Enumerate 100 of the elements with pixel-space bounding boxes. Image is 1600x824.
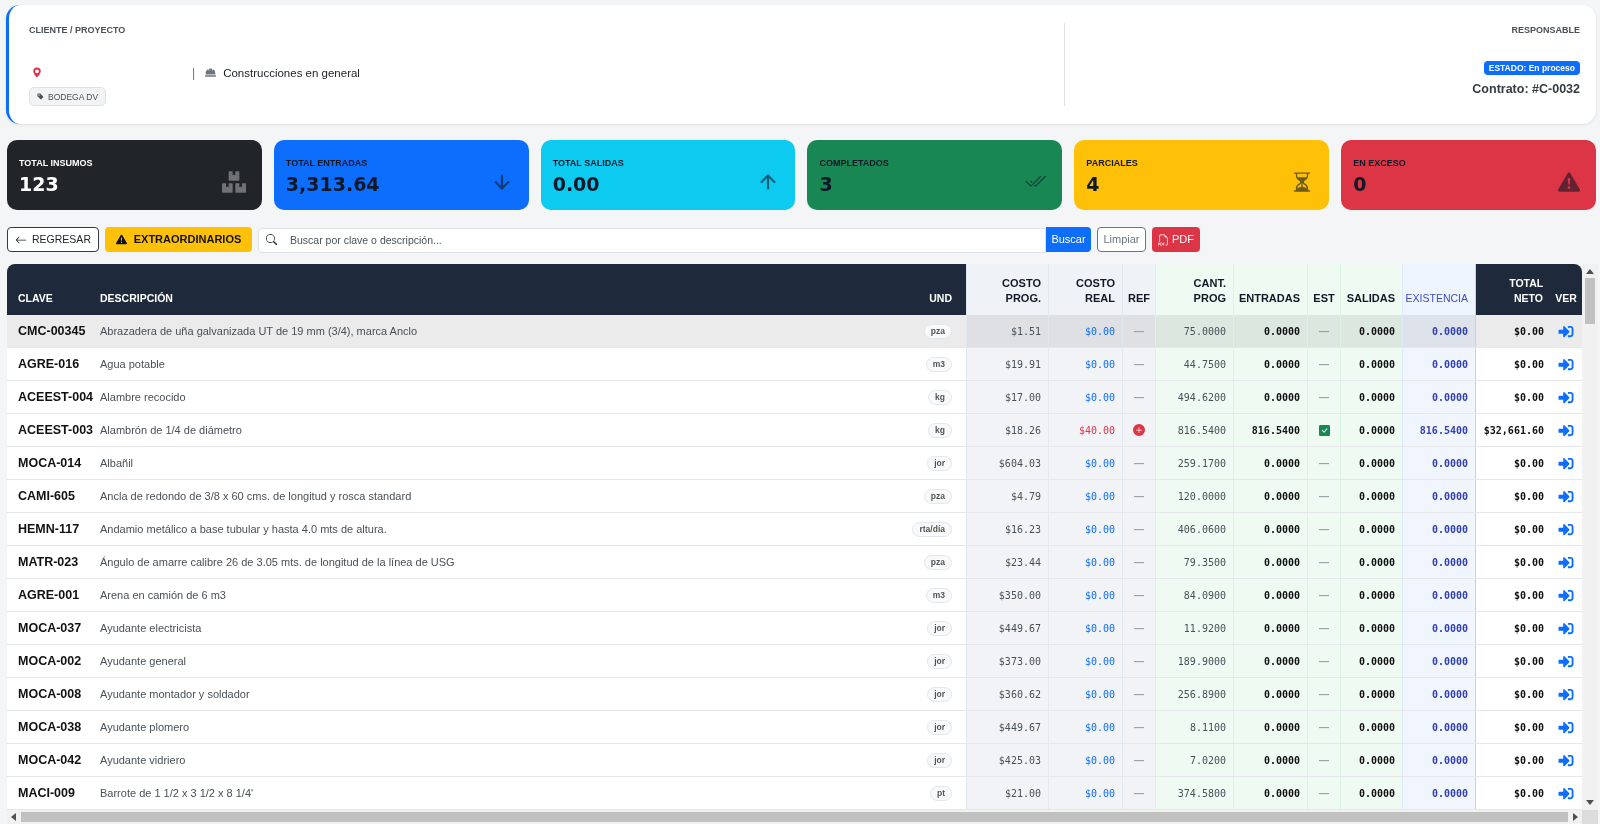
table-cell-text: $0.00 xyxy=(1512,720,1545,735)
scroll-up-arrow-icon[interactable] xyxy=(1586,269,1594,274)
table-cell-text: AGRE-016 xyxy=(17,355,81,373)
table-cell: — xyxy=(1307,744,1340,776)
table-cell: 8.1100 xyxy=(1155,711,1233,743)
search-field[interactable]: Buscar por clave o descripción... xyxy=(258,227,1046,253)
sign-in-icon[interactable] xyxy=(1558,521,1574,537)
section-label: CLIENTE / PROYECTO xyxy=(29,24,126,37)
scrollbar-corner xyxy=(1582,810,1598,824)
table-cell: 0.0000 xyxy=(1340,348,1402,380)
table-cell-text: Ancla de redondo de 3/8 x 60 cms. de longitud y rosca standard xyxy=(99,488,413,504)
scrollbar-thumb[interactable] xyxy=(21,812,1568,822)
sign-in-icon[interactable] xyxy=(1558,587,1574,603)
sign-in-icon[interactable] xyxy=(1558,356,1574,372)
table-cell-text: $0.00 xyxy=(1512,456,1545,471)
table-cell-text: Ángulo de amarre calibre 26 de 3.05 mts. de longitud de la línea de USG xyxy=(99,554,456,570)
sign-in-icon[interactable] xyxy=(1558,752,1574,768)
table-cell: 494.6200 xyxy=(1155,381,1233,413)
table-cell: 0.0000 xyxy=(1340,414,1402,446)
extraordinary-button[interactable]: EXTRAORDINARIOS xyxy=(105,227,252,252)
sign-in-icon[interactable] xyxy=(1558,785,1574,801)
stat-label: EN EXCESO xyxy=(1353,157,1406,169)
sign-in-icon[interactable] xyxy=(1558,719,1574,735)
table-cell-text: CMC-00345 xyxy=(17,322,87,340)
status-badge: ESTADO: En proceso xyxy=(1483,61,1580,75)
tag-label: BODEGA DV xyxy=(48,90,99,103)
table-cell: — xyxy=(1122,744,1155,776)
sign-in-icon[interactable] xyxy=(1558,620,1574,636)
table-cell: 0.0000 xyxy=(1233,447,1307,479)
table-cell: — xyxy=(1122,711,1155,743)
table-cell: 0.0000 xyxy=(1402,678,1476,710)
table-cell: 0.0000 xyxy=(1402,348,1476,380)
table-cell: 0.0000 xyxy=(1233,711,1307,743)
scroll-left-arrow-icon[interactable] xyxy=(11,813,16,821)
scrollbar-thumb[interactable] xyxy=(1585,278,1595,324)
table-cell: 0.0000 xyxy=(1340,612,1402,644)
separator: | xyxy=(192,64,196,81)
unit-badge: jor xyxy=(927,653,952,669)
sign-in-icon[interactable] xyxy=(1558,422,1574,438)
table-cell: — xyxy=(1307,381,1340,413)
sign-in-icon[interactable] xyxy=(1558,554,1574,570)
unit-badge: m3 xyxy=(925,587,952,603)
unit-badge: pza xyxy=(923,554,952,570)
table-cell-text: Barrote de 1 1/2 x 3 1/2 x 8 1/4' xyxy=(99,785,255,801)
table-cell: 0.0000 xyxy=(1340,447,1402,479)
pdf-file-icon xyxy=(1158,233,1169,246)
table-cell: 0.0000 xyxy=(1340,711,1402,743)
sign-in-icon[interactable] xyxy=(1558,653,1574,669)
clear-button[interactable]: Limpiar xyxy=(1097,227,1146,252)
scroll-down-arrow-icon[interactable] xyxy=(1586,800,1594,805)
table-cell: 0.0000 xyxy=(1340,645,1402,677)
stat-label: PARCIALES xyxy=(1086,157,1138,169)
stat-value: 0 xyxy=(1353,173,1367,195)
table-cell: 7.0200 xyxy=(1155,744,1233,776)
table-cell: 0.0000 xyxy=(1340,381,1402,413)
unit-badge: pza xyxy=(923,323,952,339)
back-button[interactable]: REGRESAR xyxy=(7,227,99,252)
table-cell: 0.0000 xyxy=(1402,777,1476,809)
table-cell-text: $0.00 xyxy=(1512,621,1545,636)
column-header: EXISTENCIA xyxy=(1402,264,1476,315)
search-button[interactable]: Buscar xyxy=(1046,227,1091,252)
table-cell: 11.9200 xyxy=(1155,612,1233,644)
table-cell-text: $0.00 xyxy=(1512,753,1545,768)
unit-badge: rta/día xyxy=(912,521,952,537)
stat-value: 123 xyxy=(19,173,59,195)
table-cell: $425.03 xyxy=(966,744,1048,776)
table-cell: $21.00 xyxy=(966,777,1048,809)
sign-in-icon[interactable] xyxy=(1558,488,1574,504)
table-cell: 0.0000 xyxy=(1402,447,1476,479)
table-cell: $17.00 xyxy=(966,381,1048,413)
scroll-right-arrow-icon[interactable] xyxy=(1573,813,1578,821)
table-cell: — xyxy=(1307,315,1340,347)
horizontal-scrollbar[interactable] xyxy=(7,810,1582,824)
table-cell: 0.0000 xyxy=(1233,744,1307,776)
table-cell-text: Ayudante general xyxy=(99,653,188,669)
table-cell: — xyxy=(1122,447,1155,479)
table-cell: $0.00 xyxy=(1048,678,1122,710)
table-cell: — xyxy=(1122,480,1155,512)
column-header: SALIDAS xyxy=(1340,264,1402,315)
stat-value: 3 xyxy=(819,173,833,195)
table-cell-text: $0.00 xyxy=(1512,687,1545,702)
boxes-icon xyxy=(221,171,246,193)
table-cell: $449.67 xyxy=(966,612,1048,644)
table-cell-text: MATR-023 xyxy=(17,553,80,571)
table-cell: 374.5800 xyxy=(1155,777,1233,809)
table-cell-text: ACEEST-003 xyxy=(17,421,95,439)
pdf-button[interactable]: PDF xyxy=(1152,227,1200,252)
column-header: REF xyxy=(1122,264,1155,315)
table-cell-text: Alambrón de 1/4 de diámetro xyxy=(99,422,243,438)
table-cell-text: $0.00 xyxy=(1512,324,1545,339)
table-cell-text: Ayudante montador y soldador xyxy=(99,686,251,702)
table-cell: 406.0600 xyxy=(1155,513,1233,545)
table-cell: 0.0000 xyxy=(1402,579,1476,611)
sign-in-icon[interactable] xyxy=(1558,455,1574,471)
sign-in-icon[interactable] xyxy=(1558,323,1574,339)
table-cell: — xyxy=(1307,678,1340,710)
sign-in-icon[interactable] xyxy=(1558,686,1574,702)
sign-in-icon[interactable] xyxy=(1558,389,1574,405)
table-cell: — xyxy=(1122,381,1155,413)
vertical-scrollbar[interactable] xyxy=(1582,264,1598,810)
